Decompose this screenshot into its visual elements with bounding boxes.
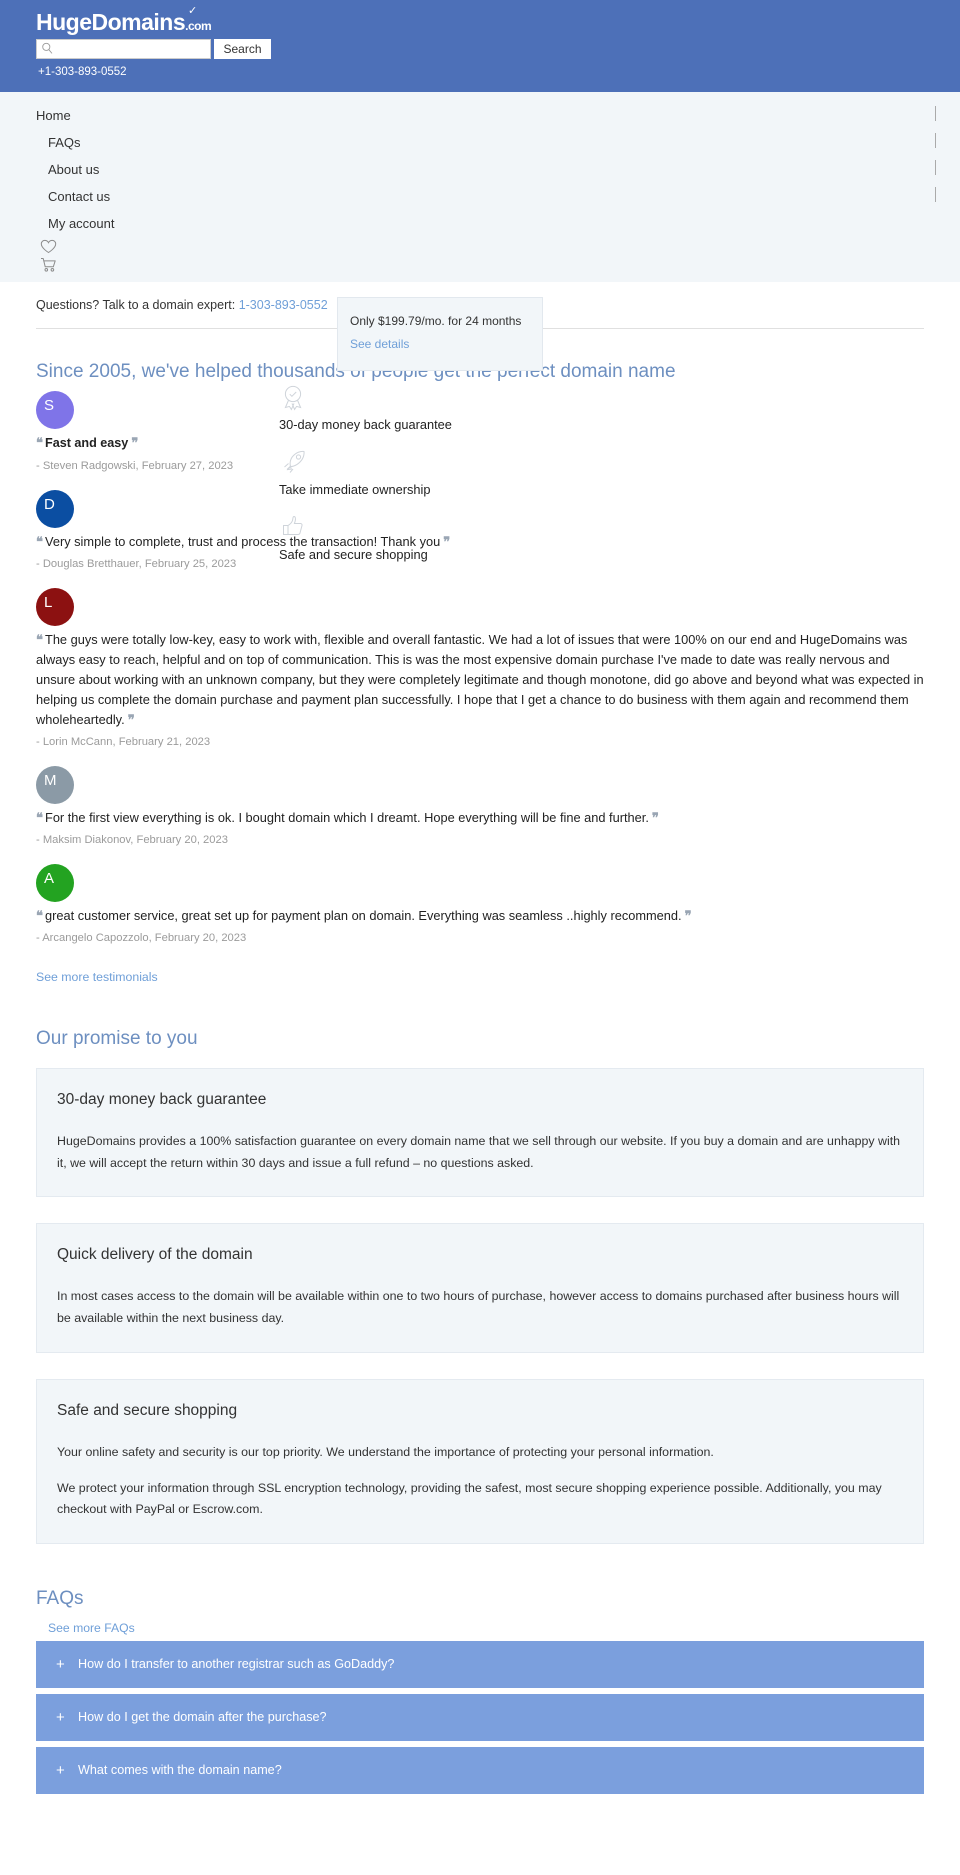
price-tooltip-text: Only $199.79/mo. for 24 months xyxy=(350,314,522,328)
testimonial-quote: ❝ For the first view everything is ok. I … xyxy=(36,808,924,828)
avatar: S xyxy=(36,391,74,430)
testimonial-author: - Lorin McCann, February 21, 2023 xyxy=(36,735,211,748)
rocket-icon xyxy=(279,448,539,478)
page-main: Questions? Talk to a domain expert: 1-30… xyxy=(0,282,960,1794)
avatar: D xyxy=(36,489,74,528)
nav-icon-group xyxy=(0,237,960,273)
promise-card-money-back: 30-day money back guarantee HugeDomains … xyxy=(36,1068,924,1198)
quote-open-icon: ❝ xyxy=(36,435,43,451)
see-more-testimonials-link[interactable]: See more testimonials xyxy=(36,970,158,984)
cart-icon[interactable] xyxy=(40,257,57,273)
feature-safe-shopping: Safe and secure shopping xyxy=(279,513,539,562)
testimonial-quote: ❝ The guys were totally low-key, easy to … xyxy=(36,630,924,730)
nav-divider xyxy=(935,187,936,203)
faq-question: What comes with the domain name? xyxy=(78,1763,282,1778)
logo-row: HugeDomains.com ✓ xyxy=(0,5,960,35)
faq-title: FAQs xyxy=(36,1587,84,1609)
quote-close-icon: ❞ xyxy=(651,809,659,825)
price-tooltip: Only $199.79/mo. for 24 months See detai… xyxy=(337,297,543,371)
sidebar-item-about-us[interactable]: About us xyxy=(0,156,960,183)
nav-divider xyxy=(935,133,936,149)
testimonial-text: great customer service, great set up for… xyxy=(45,907,682,923)
testimonial-text: For the first view everything is ok. I b… xyxy=(45,809,649,825)
nav-label-faqs: FAQs xyxy=(48,135,81,151)
promise-card-paragraph: Your online safety and security is our t… xyxy=(57,1444,714,1459)
checkmark-icon: ✓ xyxy=(188,5,197,17)
thumbs-up-icon xyxy=(279,513,539,543)
nav-label-home: Home xyxy=(36,108,71,124)
nav-label-contact-us: Contact us xyxy=(48,189,111,205)
promise-card-paragraph: In most cases access to the domain will … xyxy=(57,1289,900,1326)
promise-card-heading: Safe and secure shopping xyxy=(57,1401,238,1419)
avatar: L xyxy=(36,587,74,626)
testimonial-item: L ❝ The guys were totally low-key, easy t… xyxy=(36,587,924,748)
nav-divider xyxy=(935,160,936,176)
logo-text: HugeDomains xyxy=(36,9,186,35)
feature-immediate-ownership: Take immediate ownership xyxy=(279,448,539,497)
sidebar-item-my-account[interactable]: My account xyxy=(0,210,960,237)
quote-close-icon: ❞ xyxy=(127,711,135,727)
faq-question: How do I transfer to another registrar s… xyxy=(78,1657,395,1672)
feature-money-back: 30-day money back guarantee xyxy=(279,383,539,432)
badge-icon xyxy=(279,383,539,413)
quote-open-icon: ❝ xyxy=(36,809,43,825)
testimonial-item: M ❝ For the first view everything is ok. … xyxy=(36,765,924,846)
see-more-faqs-link[interactable]: See more FAQs xyxy=(48,1621,135,1635)
faq-item-what-comes-with[interactable]: + What comes with the domain name? xyxy=(36,1746,924,1794)
site-header: HugeDomains.com ✓ Search +1-303-893-0552 xyxy=(0,0,960,93)
testimonial-author: - Maksim Diakonov, February 20, 2023 xyxy=(36,833,228,846)
search-input-wrap xyxy=(36,39,211,60)
nav-label-my-account: My account xyxy=(48,216,115,232)
nav-divider xyxy=(935,106,936,122)
plus-icon: + xyxy=(56,1761,65,1779)
domain-expert-phone[interactable]: 1-303-893-0552 xyxy=(239,298,328,312)
promise-card-safe-shopping: Safe and secure shopping Your online saf… xyxy=(36,1378,924,1544)
promise-card-quick-delivery: Quick delivery of the domain In most cas… xyxy=(36,1223,924,1353)
testimonial-item: A ❝ great customer service, great set up … xyxy=(36,863,924,944)
testimonial-quote: ❝ great customer service, great set up fo… xyxy=(36,906,924,926)
testimonials-section: Since 2005, we've helped thousands of pe… xyxy=(36,361,924,984)
sidebar-item-home[interactable]: Home xyxy=(0,102,960,129)
quote-close-icon: ❞ xyxy=(131,435,139,451)
quote-close-icon: ❞ xyxy=(684,907,692,923)
quote-open-icon: ❝ xyxy=(36,631,43,647)
testimonial-text: The guys were totally low-key, easy to w… xyxy=(36,631,924,727)
features-column: 30-day money back guarantee Take immedia… xyxy=(279,383,539,578)
faq-item-transfer-registrar[interactable]: + How do I transfer to another registrar… xyxy=(36,1640,924,1688)
faq-question: How do I get the domain after the purcha… xyxy=(78,1710,327,1725)
quote-open-icon: ❝ xyxy=(36,907,43,923)
search-input[interactable] xyxy=(36,39,211,60)
faq-item-get-domain[interactable]: + How do I get the domain after the purc… xyxy=(36,1693,924,1741)
sidebar-item-contact-us[interactable]: Contact us xyxy=(0,183,960,210)
site-logo[interactable]: HugeDomains.com ✓ xyxy=(36,5,212,35)
promise-card-paragraph: HugeDomains provides a 100% satisfaction… xyxy=(57,1134,901,1170)
promise-card-paragraph: We protect your information through SSL … xyxy=(57,1480,882,1517)
plus-icon: + xyxy=(56,1708,65,1726)
quote-open-icon: ❝ xyxy=(36,533,43,549)
feature-label: Take immediate ownership xyxy=(279,482,431,498)
avatar: M xyxy=(36,765,74,804)
testimonial-text: Fast and easy xyxy=(45,436,129,451)
heart-icon[interactable] xyxy=(40,239,57,254)
logo-suffix: .com xyxy=(185,19,212,33)
plus-icon: + xyxy=(56,1655,65,1673)
promise-card-heading: Quick delivery of the domain xyxy=(57,1246,253,1264)
sidebar-item-faqs[interactable]: FAQs xyxy=(0,129,960,156)
feature-label: Safe and secure shopping xyxy=(279,547,428,563)
domain-expert-label: Questions? Talk to a domain expert: xyxy=(36,298,236,313)
search-row: Search xyxy=(0,39,960,60)
nav-label-about-us: About us xyxy=(48,162,100,178)
promise-title: Our promise to you xyxy=(36,1028,198,1049)
content-container: Questions? Talk to a domain expert: 1-30… xyxy=(0,282,960,1794)
main-nav: Home FAQs About us Contact us My account xyxy=(0,92,960,283)
feature-label: 30-day money back guarantee xyxy=(279,417,452,433)
search-button[interactable]: Search xyxy=(214,39,271,60)
promise-card-heading: 30-day money back guarantee xyxy=(57,1091,267,1108)
avatar: A xyxy=(36,863,74,902)
header-phone[interactable]: +1-303-893-0552 xyxy=(0,66,960,78)
see-details-link[interactable]: See details xyxy=(350,337,409,351)
testimonial-author: - Arcangelo Capozzolo, February 20, 2023 xyxy=(36,932,247,944)
